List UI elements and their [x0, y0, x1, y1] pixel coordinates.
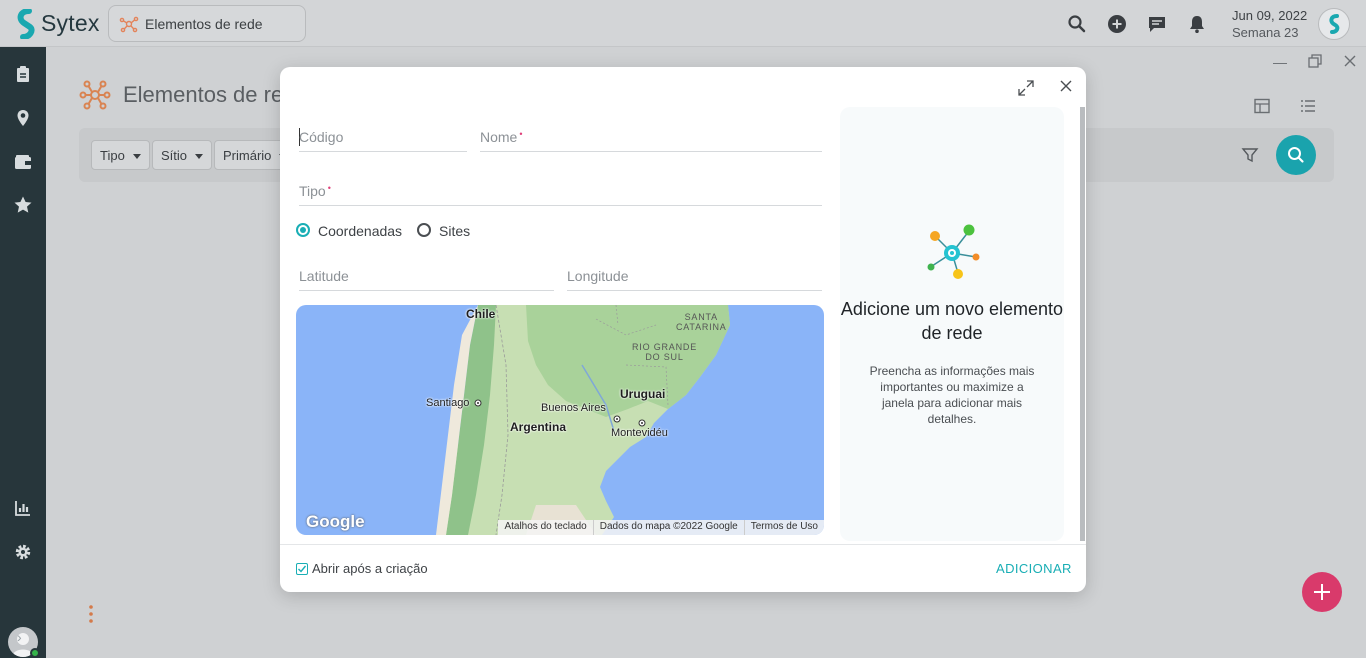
city-markers: [474, 399, 646, 427]
plus-icon: [1314, 584, 1330, 600]
keyboard-shortcuts-link[interactable]: Atalhos do teclado: [498, 520, 592, 535]
add-button[interactable]: ADICIONAR: [996, 561, 1072, 576]
online-status-dot: [30, 648, 40, 658]
dialog-footer: Abrir após a criação ADICIONAR: [280, 544, 1086, 592]
maximize-icon[interactable]: [1017, 79, 1035, 97]
info-title: Adicione um novo elemento de rede: [840, 299, 1064, 343]
sidebar: ›: [0, 47, 46, 658]
filter-site-label: Sítio: [161, 148, 188, 163]
breadcrumb[interactable]: Elementos de rede: [108, 5, 306, 42]
network-icon: [119, 16, 139, 33]
wallet-icon[interactable]: [13, 152, 33, 172]
search-icon: [1288, 147, 1304, 163]
chat-icon[interactable]: [1147, 14, 1167, 34]
restore-icon[interactable]: [1308, 54, 1322, 68]
google-logo: Google: [306, 512, 365, 531]
sites-radio[interactable]: [417, 223, 431, 237]
current-week: Semana 23: [1232, 25, 1299, 40]
info-panel: Adicione um novo elemento de rede Preenc…: [840, 107, 1064, 541]
star-icon[interactable]: [13, 195, 33, 215]
location-pin-icon[interactable]: [13, 108, 33, 128]
new-network-element-dialog: Código Nome • Tipo • Coordenadas Sites Lat…: [280, 67, 1086, 592]
top-bar: Sytex Elementos de rede Jun 09, 2022 Sem…: [0, 0, 1366, 47]
name-field[interactable]: Nome •: [480, 126, 822, 152]
map-footer: Atalhos do teclado Dados do mapa ©2022 G…: [498, 520, 824, 535]
close-icon[interactable]: [1059, 79, 1073, 93]
coordinates-radio-label[interactable]: Coordenadas: [318, 223, 402, 239]
list-view-icon[interactable]: [1300, 98, 1316, 114]
caret-down-icon: [195, 154, 204, 160]
terms-of-use-link[interactable]: Termos de Uso: [743, 520, 824, 535]
sytex-logo-icon[interactable]: [14, 9, 40, 39]
type-label-text: Tipo: [299, 183, 326, 199]
type-label: Tipo •: [299, 183, 331, 199]
name-label-text: Nome: [480, 129, 518, 145]
filter-type-label: Tipo: [100, 148, 125, 163]
filter-type[interactable]: Tipo: [91, 140, 150, 170]
clipboard-icon[interactable]: [13, 64, 33, 84]
close-window-icon[interactable]: [1344, 55, 1356, 67]
type-field[interactable]: Tipo •: [299, 180, 822, 206]
latitude-label: Latitude: [299, 268, 349, 284]
sytex-logo-icon: [1329, 14, 1340, 34]
info-text: Preencha as informações mais importantes…: [869, 364, 1035, 426]
checkmark-icon: [298, 565, 307, 573]
filter-primary-label: Primário: [223, 148, 272, 163]
sites-radio-label[interactable]: Sites: [439, 223, 470, 239]
page-title: Elementos de re: [123, 82, 284, 107]
breadcrumb-label: Elementos de rede: [145, 16, 263, 32]
caret-down-icon: [132, 154, 141, 160]
search-button[interactable]: [1276, 135, 1316, 175]
chart-icon[interactable]: [13, 498, 33, 518]
map-data-credit: Dados do mapa ©2022 Google: [592, 520, 744, 535]
network-element-illustration-icon: [927, 224, 980, 279]
code-label: Código: [299, 129, 344, 145]
longitude-field[interactable]: Longitude: [567, 265, 822, 291]
add-element-button[interactable]: [1302, 572, 1342, 612]
required-mark: •: [327, 183, 331, 193]
coordinates-radio[interactable]: [296, 223, 310, 237]
longitude-label: Longitude: [567, 268, 629, 284]
location-map[interactable]: Chile Santiago Buenos Aires Argentina Ur…: [296, 305, 824, 535]
filter-funnel-icon[interactable]: [1241, 146, 1259, 164]
open-after-create-label[interactable]: Abrir após a criação: [312, 561, 428, 576]
gear-icon[interactable]: [13, 542, 33, 562]
current-date: Jun 09, 2022: [1232, 8, 1308, 23]
required-mark: •: [519, 129, 523, 139]
more-options-icon[interactable]: [89, 605, 93, 623]
network-icon: [79, 80, 111, 110]
minimize-icon[interactable]: —: [1273, 54, 1287, 70]
add-circle-icon[interactable]: [1107, 14, 1127, 34]
open-after-create-checkbox[interactable]: [296, 563, 308, 575]
latitude-field[interactable]: Latitude: [299, 265, 554, 291]
code-field[interactable]: Código: [299, 126, 467, 152]
table-view-icon[interactable]: [1254, 98, 1270, 114]
name-label: Nome •: [480, 129, 523, 145]
filter-site[interactable]: Sítio: [152, 140, 213, 170]
company-avatar[interactable]: [1318, 8, 1350, 40]
bell-icon[interactable]: [1187, 14, 1207, 34]
dialog-scrollbar[interactable]: [1080, 107, 1085, 541]
app-name[interactable]: Sytex: [41, 10, 100, 37]
search-icon[interactable]: [1067, 14, 1087, 34]
expand-sidebar-icon[interactable]: ›: [17, 629, 22, 645]
